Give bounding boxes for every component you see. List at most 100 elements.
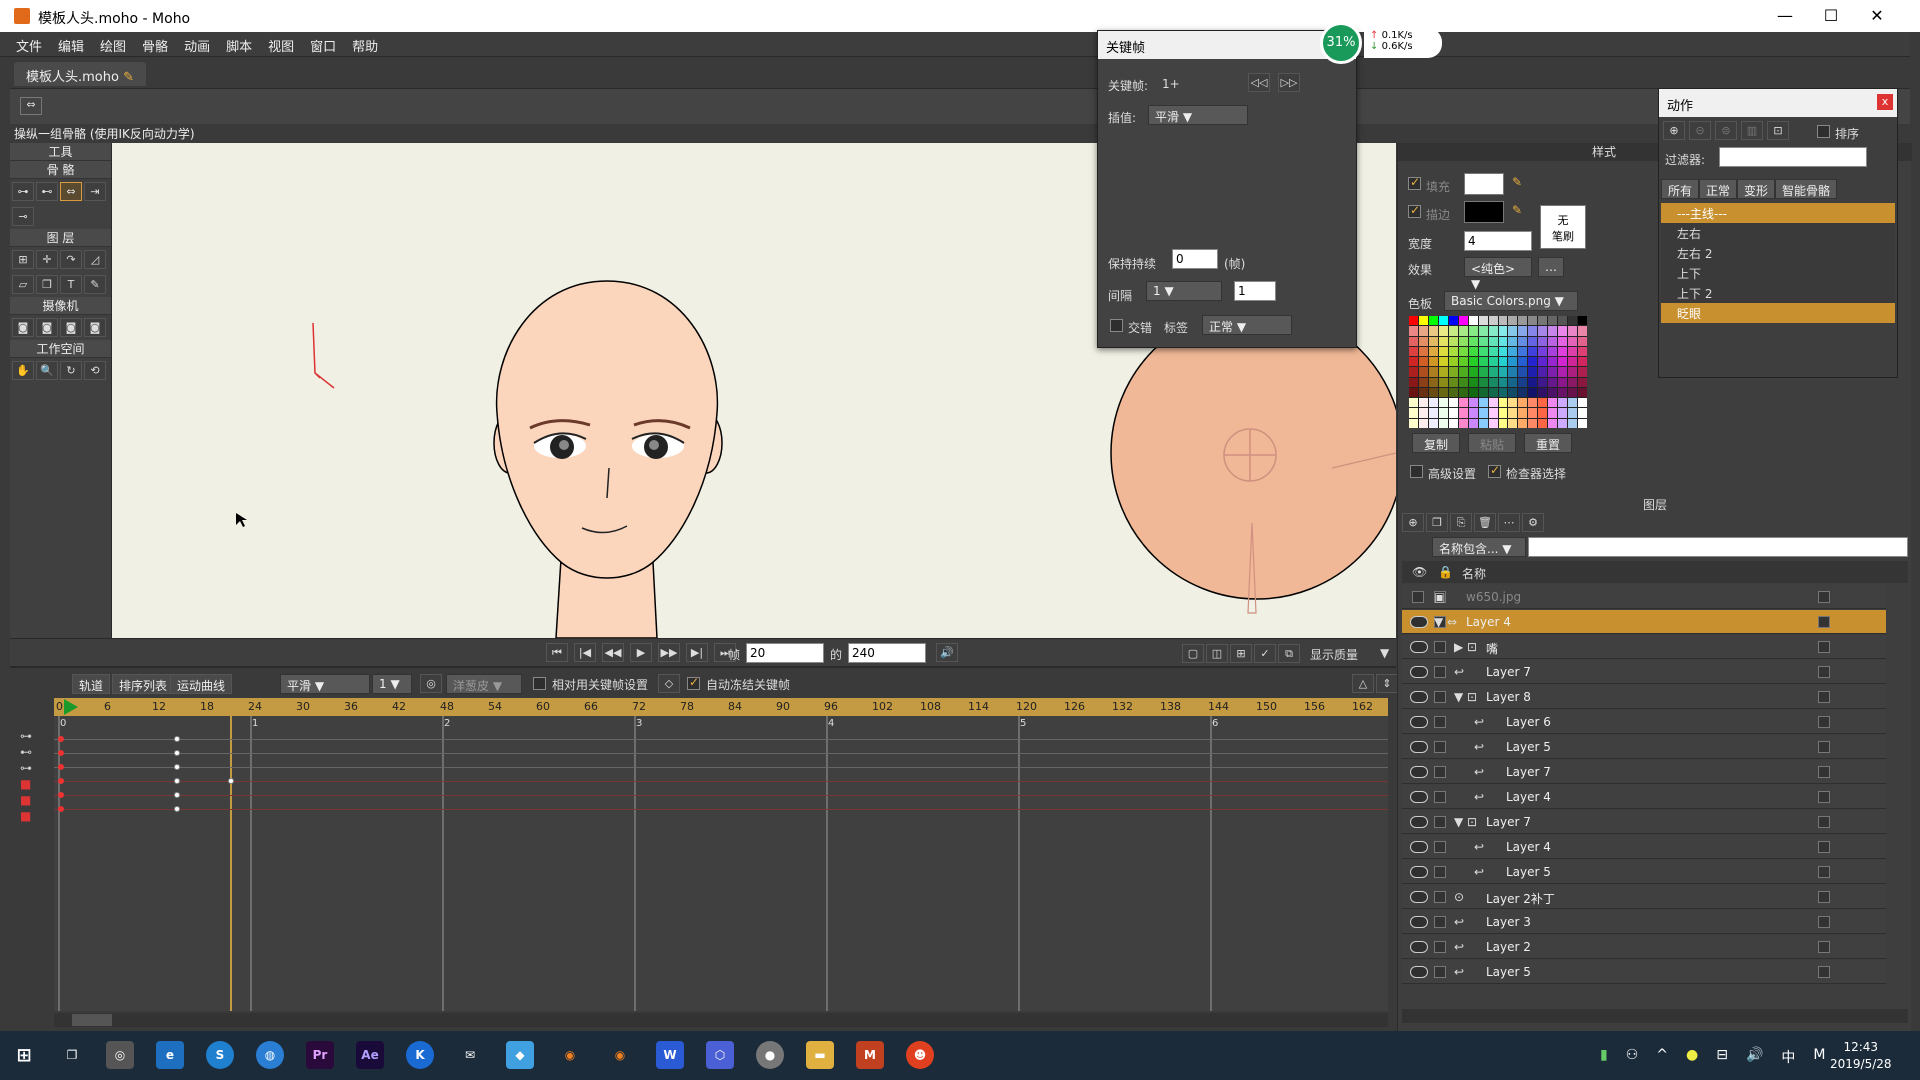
network-monitor-widget[interactable]: 31% ↑ 0.1K/s ↓ 0.6K/s	[1320, 22, 1444, 64]
check-icon[interactable]: ✓	[1254, 644, 1276, 663]
app-icon-6[interactable]: ●	[756, 1041, 784, 1069]
collapse-up-icon[interactable]: △	[1352, 674, 1374, 693]
menu-file[interactable]: 文件	[8, 32, 50, 55]
palette-swatch[interactable]	[1418, 377, 1428, 387]
width-input[interactable]: 4	[1464, 231, 1532, 251]
palette-swatch[interactable]	[1568, 387, 1578, 398]
lock-toggle[interactable]	[1434, 791, 1446, 803]
interval-input[interactable]: 1	[1234, 281, 1276, 301]
palette-swatch[interactable]	[1488, 346, 1498, 357]
palette-swatch[interactable]	[1418, 398, 1428, 408]
fill-eyedropper-icon[interactable]: ✎	[1512, 175, 1522, 189]
layers-scrollbar[interactable]	[1402, 1009, 1908, 1023]
palette-swatch[interactable]	[1409, 398, 1418, 408]
palette-swatch[interactable]	[1458, 387, 1468, 398]
layer-select-checkbox[interactable]	[1818, 691, 1830, 703]
visibility-eye-icon[interactable]	[1410, 666, 1428, 678]
palette-swatch[interactable]	[1488, 357, 1498, 367]
current-frame-input[interactable]: 20	[746, 643, 824, 663]
palette-swatch[interactable]	[1458, 326, 1468, 336]
layer-select-checkbox[interactable]	[1818, 866, 1830, 878]
palette-swatch[interactable]	[1538, 336, 1548, 346]
layer-row[interactable]: ▼ ⊡ Layer 8	[1402, 685, 1886, 709]
palette-swatch[interactable]	[1448, 326, 1458, 336]
palette-swatch[interactable]	[1468, 408, 1478, 418]
actions-tab-all[interactable]: 所有	[1661, 179, 1700, 199]
palette-swatch[interactable]	[1528, 346, 1538, 357]
tab-sequencer[interactable]: 排序列表	[112, 674, 175, 694]
palette-swatch[interactable]	[1568, 398, 1578, 408]
delete-action-icon[interactable]: ▥	[1741, 121, 1763, 140]
palette-swatch[interactable]	[1488, 336, 1498, 346]
palette-swatch[interactable]	[1508, 346, 1518, 357]
play-icon[interactable]: ▶	[630, 643, 652, 662]
palette-swatch[interactable]	[1438, 408, 1448, 418]
menu-animation[interactable]: 动画	[176, 32, 218, 55]
palette-swatch[interactable]	[1488, 367, 1498, 377]
minimize-button[interactable]: —	[1762, 0, 1808, 32]
palette-swatch[interactable]	[1448, 377, 1458, 387]
palette-swatch[interactable]	[1498, 408, 1508, 418]
interval-dropdown[interactable]: 1 ▼	[1146, 281, 1222, 301]
menu-view[interactable]: 视图	[260, 32, 302, 55]
palette-swatch[interactable]	[1518, 418, 1528, 428]
action-item[interactable]: 左右	[1661, 223, 1895, 243]
timeline-scrollbar[interactable]	[54, 1013, 1388, 1027]
palette-swatch[interactable]	[1518, 408, 1528, 418]
palette-swatch[interactable]	[1578, 387, 1587, 398]
fill-color-swatch[interactable]	[1464, 173, 1504, 195]
palette-swatch[interactable]	[1478, 346, 1488, 357]
new-action-icon[interactable]: ⊕	[1663, 121, 1685, 140]
blender-icon-2[interactable]: ◉	[606, 1041, 634, 1069]
keyframe-dot[interactable]	[58, 750, 64, 756]
palette-swatch[interactable]	[1538, 387, 1548, 398]
layer-row[interactable]: ▼ ⊡ Layer 7	[1402, 810, 1886, 834]
palette-swatch[interactable]	[1468, 336, 1478, 346]
layer-select-checkbox[interactable]	[1818, 591, 1830, 603]
keyframe-dot[interactable]	[58, 778, 64, 784]
palette-swatch[interactable]	[1508, 326, 1518, 336]
palette-swatch[interactable]	[1548, 357, 1558, 367]
palette-swatch[interactable]	[1508, 398, 1518, 408]
first-keyframe-icon[interactable]: ⏮	[546, 643, 568, 662]
palette-swatch[interactable]	[1508, 367, 1518, 377]
layer-select-checkbox[interactable]	[1818, 766, 1830, 778]
palette-swatch[interactable]	[1448, 387, 1458, 398]
zoom-camera-icon[interactable]: ◙	[36, 318, 58, 337]
layer-row[interactable]: ↩ Layer 5	[1402, 735, 1886, 759]
palette-swatch[interactable]	[1558, 367, 1568, 377]
actions-tab-normal[interactable]: 正常	[1699, 179, 1738, 199]
palette-swatch[interactable]	[1428, 316, 1438, 326]
palette-swatch[interactable]	[1538, 418, 1548, 428]
palette-swatch[interactable]	[1508, 408, 1518, 418]
actions-close-icon[interactable]: x	[1877, 94, 1893, 110]
keyframe-dot[interactable]	[174, 792, 180, 798]
palette-swatch[interactable]	[1498, 387, 1508, 398]
palette-swatch[interactable]	[1438, 316, 1448, 326]
shear-layer-icon[interactable]: ◿	[84, 250, 106, 269]
actions-tab-smart-bone[interactable]: 智能骨骼	[1775, 179, 1838, 199]
duplicate-layer-icon[interactable]: ❐	[1426, 513, 1448, 532]
single-view-icon[interactable]: ▢	[1182, 644, 1204, 663]
keyframe-dot[interactable]	[228, 778, 234, 784]
palette-swatch[interactable]	[1448, 398, 1458, 408]
rotate-workspace-icon[interactable]: ↻	[60, 361, 82, 380]
mail-icon[interactable]: ✉	[456, 1041, 484, 1069]
app-icon-3[interactable]: ◆	[506, 1041, 534, 1069]
palette-swatch[interactable]	[1568, 326, 1578, 336]
frame-view-icon[interactable]: ⧉	[1278, 644, 1300, 663]
palette-swatch[interactable]	[1548, 408, 1558, 418]
palette-swatch[interactable]	[1488, 377, 1498, 387]
timeline-scroll-thumb[interactable]	[72, 1014, 112, 1026]
actions-tab-morph[interactable]: 变形	[1737, 179, 1776, 199]
palette-swatch[interactable]	[1578, 326, 1587, 336]
palette-swatch[interactable]	[1518, 336, 1528, 346]
palette-swatch[interactable]	[1458, 367, 1468, 377]
layer-select-checkbox[interactable]	[1818, 816, 1830, 828]
palette-swatch[interactable]	[1478, 408, 1488, 418]
palette-swatch[interactable]	[1458, 357, 1468, 367]
palette-swatch[interactable]	[1498, 377, 1508, 387]
palette-swatch[interactable]	[1578, 346, 1587, 357]
palette-swatch[interactable]	[1528, 336, 1538, 346]
palette-swatch[interactable]	[1558, 398, 1568, 408]
